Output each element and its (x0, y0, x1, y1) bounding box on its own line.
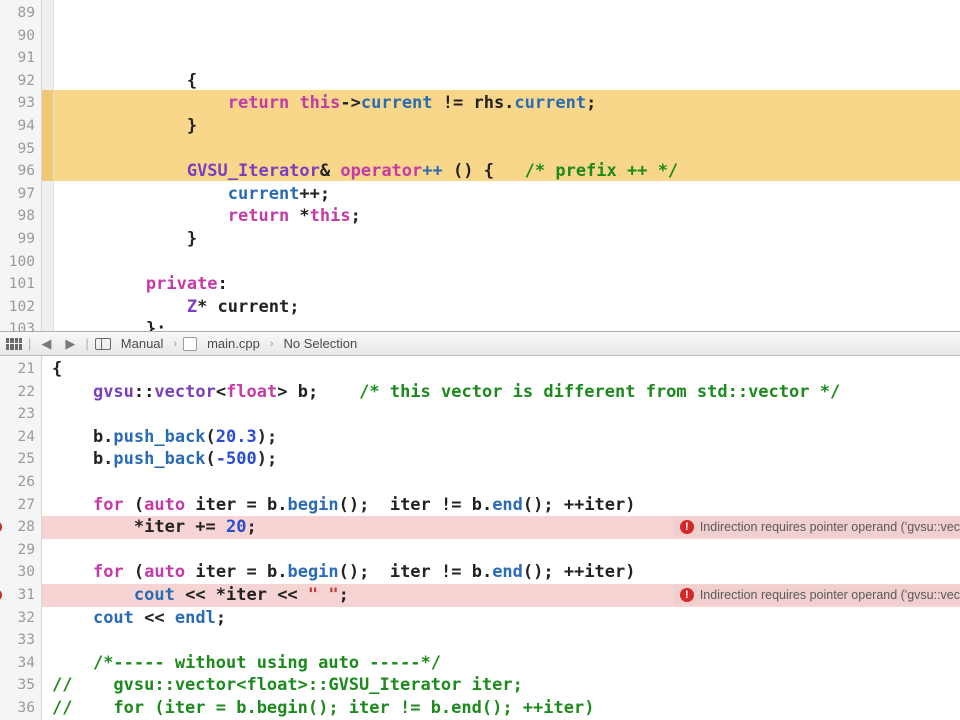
line-number: 26 (0, 471, 41, 494)
ide-editor: 8990919293949596979899100101102103 { ret… (0, 0, 960, 720)
code-line[interactable] (42, 629, 960, 652)
error-icon: ! (680, 520, 694, 534)
code-line[interactable]: for (auto iter = b.begin(); iter != b.en… (42, 494, 960, 517)
line-number: 33 (0, 629, 41, 652)
line-number: 34 (0, 652, 41, 675)
line-number: 23 (0, 403, 41, 426)
code-line[interactable]: cout << *iter << " ";!Indirection requir… (42, 584, 960, 607)
code-line[interactable]: { (54, 70, 960, 93)
line-number: 100 (0, 251, 41, 274)
code-line[interactable]: // gvsu::vector<float>::GVSU_Iterator it… (42, 674, 960, 697)
error-annotation[interactable]: ! Indirection requires pointer operand ('… (674, 585, 960, 605)
code-line[interactable]: b.push_back(-500); (42, 448, 960, 471)
line-number: 30 (0, 561, 41, 584)
line-number: 99 (0, 228, 41, 251)
line-number: 92 (0, 70, 41, 93)
code-line[interactable] (42, 403, 960, 426)
line-number: 95 (0, 138, 41, 161)
editor-pane-top: 8990919293949596979899100101102103 { ret… (0, 0, 960, 332)
line-number: 96 (0, 160, 41, 183)
line-number: 29 (0, 539, 41, 562)
line-number: 28 (0, 516, 41, 539)
line-number: 97 (0, 183, 41, 206)
code-line[interactable]: GVSU_Iterator& operator++ () { /* prefix… (54, 160, 960, 183)
gutter-bottom: 21222324252627282930313233343536 (0, 356, 42, 720)
layout-icon[interactable] (95, 338, 111, 350)
code-line[interactable]: private: (54, 273, 960, 296)
line-number: 102 (0, 296, 41, 319)
line-number: 31 (0, 584, 41, 607)
error-message: Indirection requires pointer operand ('g… (700, 584, 960, 607)
code-line[interactable] (54, 251, 960, 274)
chevron-right-icon: › (173, 338, 177, 350)
code-line[interactable]: }; (54, 318, 960, 331)
code-line[interactable]: current++; (54, 183, 960, 206)
jump-mode[interactable]: Manual (117, 336, 168, 351)
gutter-top: 8990919293949596979899100101102103 (0, 0, 42, 331)
code-line[interactable]: cout << endl; (42, 607, 960, 630)
line-number: 93 (0, 92, 41, 115)
chevron-right-icon: › (270, 338, 274, 350)
code-area-top[interactable]: { return this->current != rhs.current; }… (54, 0, 960, 331)
code-line[interactable]: /*----- without using auto -----*/ (42, 652, 960, 675)
line-number: 98 (0, 205, 41, 228)
line-number: 22 (0, 381, 41, 404)
file-icon (183, 337, 197, 351)
code-line[interactable]: } (54, 115, 960, 138)
line-number: 24 (0, 426, 41, 449)
error-annotation[interactable]: ! Indirection requires pointer operand ('… (674, 517, 960, 537)
line-number: 101 (0, 273, 41, 296)
error-message: Indirection requires pointer operand ('g… (700, 516, 960, 539)
code-line[interactable] (42, 471, 960, 494)
line-number: 32 (0, 607, 41, 630)
jump-bar[interactable]: | ◀ ▶ | Manual › main.cpp › No Selection (0, 332, 960, 356)
code-area-bottom[interactable]: { gvsu::vector<float> b; /* this vector … (42, 356, 960, 720)
code-line[interactable]: return *this; (54, 205, 960, 228)
code-line[interactable] (54, 138, 960, 161)
line-number: 35 (0, 674, 41, 697)
nav-forward-button[interactable]: ▶ (61, 336, 79, 352)
code-line[interactable]: Z* current; (54, 296, 960, 319)
fold-ribbon (42, 0, 54, 331)
error-icon: ! (680, 588, 694, 602)
code-line[interactable]: return this->current != rhs.current; (54, 92, 960, 115)
code-line[interactable]: gvsu::vector<float> b; /* this vector is… (42, 381, 960, 404)
line-number: 25 (0, 448, 41, 471)
jump-selection[interactable]: No Selection (280, 336, 362, 351)
line-number: 21 (0, 358, 41, 381)
nav-back-button[interactable]: ◀ (37, 336, 55, 352)
code-line[interactable]: b.push_back(20.3); (42, 426, 960, 449)
line-number: 27 (0, 494, 41, 517)
code-line[interactable]: } (54, 228, 960, 251)
editor-pane-bottom: | ◀ ▶ | Manual › main.cpp › No Selection… (0, 332, 960, 720)
line-number: 94 (0, 115, 41, 138)
code-line[interactable] (42, 539, 960, 562)
related-items-icon[interactable] (6, 338, 22, 350)
line-number: 90 (0, 25, 41, 48)
code-line[interactable]: *iter += 20;!Indirection requires pointe… (42, 516, 960, 539)
line-number: 89 (0, 2, 41, 25)
line-number: 36 (0, 697, 41, 720)
jump-file[interactable]: main.cpp (203, 336, 264, 351)
code-line[interactable]: for (auto iter = b.begin(); iter != b.en… (42, 561, 960, 584)
code-line[interactable]: { (42, 358, 960, 381)
code-line[interactable]: // for (iter = b.begin(); iter != b.end(… (42, 697, 960, 720)
line-number: 91 (0, 47, 41, 70)
